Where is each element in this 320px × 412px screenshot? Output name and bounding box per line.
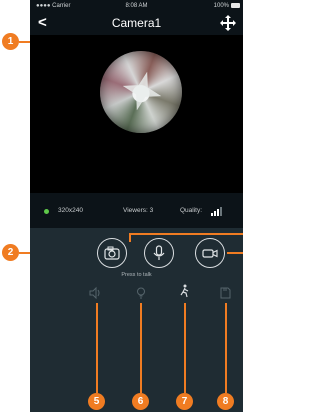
sd-card-icon bbox=[220, 287, 231, 299]
stream-info: 320x240 Viewers: 3 Quality: bbox=[30, 205, 243, 217]
bulb-icon bbox=[137, 287, 145, 299]
talk-button[interactable] bbox=[144, 238, 174, 268]
annotation-badge-8: 8 bbox=[217, 393, 234, 410]
snapshot-button[interactable] bbox=[97, 238, 127, 268]
light-button[interactable] bbox=[134, 286, 148, 300]
annotation-line-7 bbox=[184, 303, 186, 393]
resolution-text: 320x240 bbox=[58, 207, 83, 214]
camera-title: Camera1 bbox=[111, 16, 162, 30]
annotation-badge-7: 7 bbox=[176, 393, 193, 410]
annotation-line-8 bbox=[225, 303, 227, 393]
speaker-button[interactable] bbox=[88, 286, 102, 300]
annotation-badge-6: 6 bbox=[132, 393, 149, 410]
video-feed[interactable] bbox=[30, 35, 243, 193]
status-bar: ●●●● Carrier 8:08 AM 100% bbox=[30, 0, 243, 12]
battery-icon bbox=[231, 3, 240, 8]
annotation-line-6 bbox=[140, 303, 142, 393]
signal-bar-1 bbox=[211, 213, 213, 216]
annotation-line-3-top bbox=[129, 233, 243, 235]
signal-bar-3 bbox=[217, 209, 219, 216]
speaker-icon bbox=[89, 286, 100, 300]
online-status-dot bbox=[44, 208, 49, 214]
motion-detect-button[interactable] bbox=[178, 284, 192, 298]
nav-bar: < Camera1 bbox=[30, 12, 243, 34]
press-to-talk-label: Press to talk bbox=[121, 272, 152, 278]
signal-bar-2 bbox=[214, 211, 216, 216]
battery-percent: 100% bbox=[213, 3, 229, 9]
record-button[interactable] bbox=[195, 238, 225, 268]
annotation-badge-2: 2 bbox=[2, 244, 19, 261]
annotation-line-4 bbox=[227, 252, 243, 254]
sd-card-button[interactable] bbox=[218, 286, 232, 300]
move-arrows-icon[interactable] bbox=[219, 14, 237, 32]
microphone-icon bbox=[153, 245, 165, 260]
viewers-text: Viewers: 3 bbox=[123, 207, 154, 214]
annotation-badge-1: 1 bbox=[2, 33, 19, 50]
quality-label: Quality: bbox=[180, 207, 203, 214]
signal-bar-4 bbox=[220, 207, 222, 216]
quality-signal-icon bbox=[211, 207, 225, 216]
controls-panel: Press to talk bbox=[30, 228, 243, 412]
video-camera-icon bbox=[202, 249, 218, 258]
camera-icon bbox=[104, 246, 120, 260]
annotation-badge-5: 5 bbox=[88, 393, 105, 410]
clock-text: 8:08 AM bbox=[125, 3, 148, 9]
motion-detect-icon bbox=[180, 284, 189, 298]
annotation-line-5 bbox=[96, 303, 98, 393]
phone-screen: ●●●● Carrier 8:08 AM 100% < Camera1 320x… bbox=[30, 0, 243, 412]
